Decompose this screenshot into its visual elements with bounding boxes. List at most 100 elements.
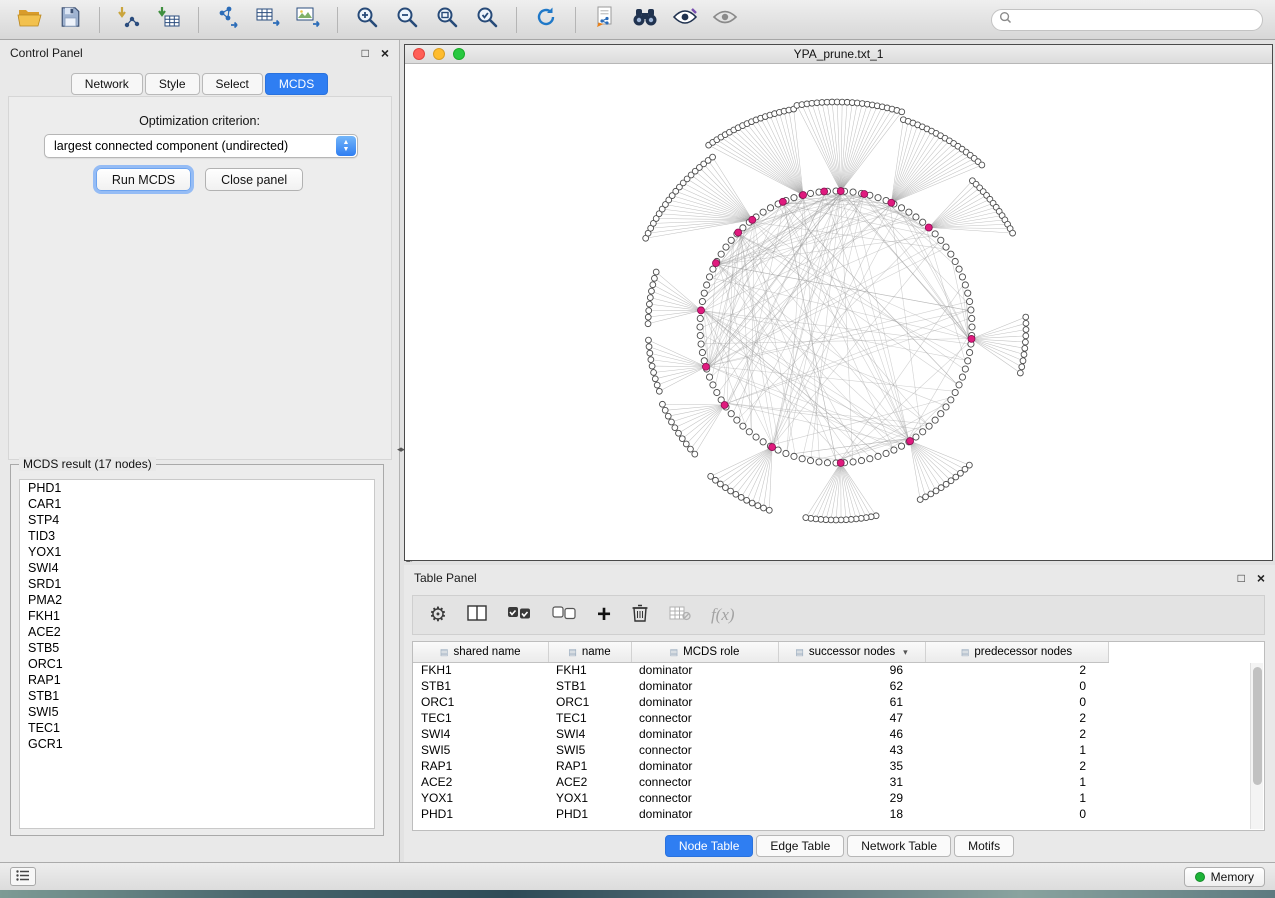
cell-shared-name[interactable]: SWI5 <box>413 742 548 758</box>
cell-name[interactable]: TEC1 <box>548 710 631 726</box>
zoom-out-button[interactable] <box>389 4 425 36</box>
create-column-button[interactable]: + <box>597 605 611 625</box>
export-image-button[interactable] <box>290 4 326 36</box>
cell-shared-name[interactable]: YOX1 <box>413 790 548 806</box>
mcds-result-item[interactable]: SWI4 <box>20 560 374 576</box>
cell-predecessors[interactable]: 1 <box>925 774 1108 790</box>
column-header-successor-nodes[interactable]: ▤successor nodes▾ <box>778 642 925 662</box>
zoom-fit-button[interactable] <box>429 4 465 36</box>
mcds-result-item[interactable]: FKH1 <box>20 608 374 624</box>
cell-shared-name[interactable]: TEC1 <box>413 710 548 726</box>
cell-shared-name[interactable]: ACE2 <box>413 774 548 790</box>
cell-successors[interactable]: 18 <box>778 806 925 822</box>
cell-shared-name[interactable]: FKH1 <box>413 662 548 678</box>
table-row[interactable]: PHD1PHD1dominator180 <box>413 806 1108 822</box>
table-row[interactable]: STB1STB1dominator620 <box>413 678 1108 694</box>
cell-successors[interactable]: 35 <box>778 758 925 774</box>
mcds-result-item[interactable]: TID3 <box>20 528 374 544</box>
cell-name[interactable]: RAP1 <box>548 758 631 774</box>
cell-shared-name[interactable]: PHD1 <box>413 806 548 822</box>
cell-shared-name[interactable]: RAP1 <box>413 758 548 774</box>
cell-successors[interactable]: 61 <box>778 694 925 710</box>
tab-node-table[interactable]: Node Table <box>665 835 754 857</box>
open-session-button[interactable] <box>12 4 48 36</box>
cell-successors[interactable]: 62 <box>778 678 925 694</box>
cell-role[interactable]: dominator <box>631 758 778 774</box>
network-canvas[interactable] <box>405 64 1272 560</box>
cell-role[interactable]: dominator <box>631 678 778 694</box>
cell-predecessors[interactable]: 2 <box>925 710 1108 726</box>
toolbar-search[interactable] <box>991 9 1263 31</box>
search-input[interactable] <box>1017 13 1255 27</box>
scrollbar-thumb[interactable] <box>1253 667 1262 785</box>
cell-name[interactable]: SWI4 <box>548 726 631 742</box>
memory-button[interactable]: Memory <box>1184 867 1265 887</box>
column-header-mcds-role[interactable]: ▤MCDS role <box>631 642 778 662</box>
apply-layout-button[interactable] <box>528 4 564 36</box>
export-table-button[interactable] <box>250 4 286 36</box>
zoom-in-button[interactable] <box>349 4 385 36</box>
minimize-window-icon[interactable] <box>433 48 445 60</box>
cell-predecessors[interactable]: 2 <box>925 662 1108 678</box>
cell-name[interactable]: YOX1 <box>548 790 631 806</box>
table-settings-button[interactable]: ⚙ <box>429 605 447 625</box>
tab-edge-table[interactable]: Edge Table <box>756 835 844 857</box>
import-table-button[interactable] <box>151 4 187 36</box>
tab-network-table[interactable]: Network Table <box>847 835 951 857</box>
cell-predecessors[interactable]: 1 <box>925 790 1108 806</box>
run-mcds-button[interactable]: Run MCDS <box>96 168 191 191</box>
table-row[interactable]: TEC1TEC1connector472 <box>413 710 1108 726</box>
cell-predecessors[interactable]: 2 <box>925 726 1108 742</box>
cell-successors[interactable]: 31 <box>778 774 925 790</box>
maximize-window-icon[interactable] <box>453 48 465 60</box>
table-row[interactable]: RAP1RAP1dominator352 <box>413 758 1108 774</box>
mcds-result-list[interactable]: PHD1CAR1STP4TID3YOX1SWI4SRD1PMA2FKH1ACE2… <box>19 479 375 829</box>
table-row[interactable]: SWI5SWI5connector431 <box>413 742 1108 758</box>
tab-select[interactable]: Select <box>202 73 263 95</box>
cell-successors[interactable]: 46 <box>778 726 925 742</box>
export-network-button[interactable] <box>210 4 246 36</box>
zoom-selected-button[interactable] <box>469 4 505 36</box>
search-network-button[interactable] <box>627 4 663 36</box>
cell-predecessors[interactable]: 1 <box>925 742 1108 758</box>
cell-successors[interactable]: 96 <box>778 662 925 678</box>
mcds-result-item[interactable]: SWI5 <box>20 704 374 720</box>
cell-role[interactable]: connector <box>631 710 778 726</box>
cell-name[interactable]: FKH1 <box>548 662 631 678</box>
vertical-splitter-handle[interactable]: ◂▸ <box>397 444 404 455</box>
cell-shared-name[interactable]: ORC1 <box>413 694 548 710</box>
float-panel-icon[interactable]: □ <box>362 47 369 59</box>
table-scrollbar[interactable] <box>1250 663 1263 829</box>
clone-network-button[interactable] <box>587 4 623 36</box>
cell-role[interactable]: dominator <box>631 806 778 822</box>
cell-predecessors[interactable]: 0 <box>925 678 1108 694</box>
cell-successors[interactable]: 47 <box>778 710 925 726</box>
mcds-result-item[interactable]: CAR1 <box>20 496 374 512</box>
show-columns-button[interactable] <box>467 605 487 626</box>
mcds-result-item[interactable]: STP4 <box>20 512 374 528</box>
cell-role[interactable]: connector <box>631 742 778 758</box>
unselect-all-columns-button[interactable] <box>552 606 577 625</box>
cell-predecessors[interactable]: 0 <box>925 806 1108 822</box>
close-window-icon[interactable] <box>413 48 425 60</box>
column-header-predecessor-nodes[interactable]: ▤predecessor nodes <box>925 642 1108 662</box>
cell-role[interactable]: dominator <box>631 726 778 742</box>
tab-network[interactable]: Network <box>71 73 143 95</box>
tab-motifs[interactable]: Motifs <box>954 835 1014 857</box>
cell-name[interactable]: SWI5 <box>548 742 631 758</box>
table-row[interactable]: YOX1YOX1connector291 <box>413 790 1108 806</box>
mcds-result-item[interactable]: GCR1 <box>20 736 374 752</box>
cell-name[interactable]: STB1 <box>548 678 631 694</box>
mcds-result-item[interactable]: SRD1 <box>20 576 374 592</box>
mcds-result-item[interactable]: PHD1 <box>20 480 374 496</box>
float-panel-icon[interactable]: □ <box>1238 572 1245 584</box>
tab-style[interactable]: Style <box>145 73 200 95</box>
cell-name[interactable]: ACE2 <box>548 774 631 790</box>
select-all-columns-button[interactable] <box>507 606 532 625</box>
mcds-result-item[interactable]: STB1 <box>20 688 374 704</box>
close-panel-icon[interactable]: × <box>1257 572 1265 584</box>
mcds-result-item[interactable]: TEC1 <box>20 720 374 736</box>
mcds-result-item[interactable]: PMA2 <box>20 592 374 608</box>
import-network-button[interactable] <box>111 4 147 36</box>
cell-role[interactable]: dominator <box>631 662 778 678</box>
